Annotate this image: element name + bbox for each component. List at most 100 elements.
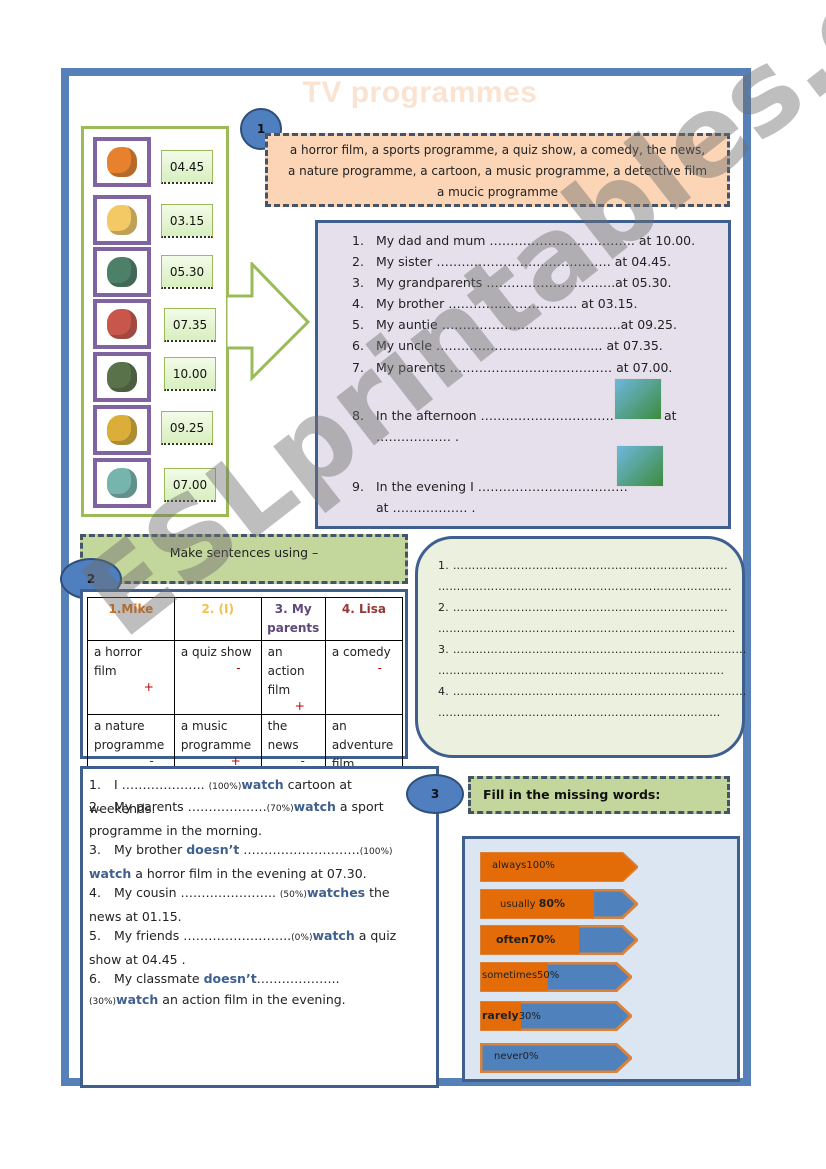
sentence-start: I ……………….. (114, 777, 209, 792)
programme-picture (93, 247, 151, 297)
item-number: 5. (352, 317, 364, 332)
quiz-show-icon (107, 415, 137, 445)
programme-picture (93, 299, 151, 349)
negation-word: doesn’t (203, 971, 257, 986)
answer-line[interactable]: ……………………………………………………………………. (438, 622, 736, 635)
time-label: 05.30 (161, 255, 213, 289)
item-number: 4. (352, 296, 364, 311)
answer-line[interactable]: 1. ………………………………………………………………. (438, 559, 728, 572)
sentence-item: 9. In the evening I ……………………………… (352, 479, 628, 494)
news-reader-icon (107, 468, 137, 498)
frequency-label: always100% (492, 860, 555, 871)
verb: watches (306, 885, 366, 900)
frequency-bar: rarely30% (480, 1001, 632, 1031)
cartoon-character-icon (107, 147, 137, 177)
sentence-item: 2. My sister ……………………..……………. at 04.45. (352, 254, 671, 269)
item-number: 9. (352, 479, 364, 494)
verb: watch (89, 866, 132, 881)
word-bank: a horror film, a sports programme, a qui… (265, 133, 730, 207)
frequency-word: never (494, 1051, 523, 1062)
preference-sign: - (377, 661, 382, 675)
answer-line[interactable]: …………………………………………………………………. (438, 664, 724, 677)
column-header: 3. My parents (260, 597, 326, 641)
fill-sentence: 2. My parents ……………….(70%)watch a sport p… (89, 796, 409, 841)
sentence-item: 6. My uncle …………………………………. at 07.35. (352, 338, 663, 353)
frequency-bar: usually 80% (480, 889, 638, 919)
frequency-label: often70% (496, 933, 555, 946)
answer-line[interactable]: ………………………………………………………………… (438, 706, 721, 719)
frequency-percent-label: 80% (538, 897, 566, 910)
frequency-sentences-box: 1. I ……………….. (100%)watch cartoon at week… (80, 766, 439, 1088)
fill-missing-heading: Fill in the missing words: (468, 776, 730, 814)
answer-line[interactable]: 4. …………………………………………………………………… (438, 685, 747, 698)
frequency-bar: never0% (480, 1043, 632, 1073)
section-number-badge: 3 (406, 774, 464, 814)
programme-name: a comedy (331, 645, 391, 659)
answer-line[interactable]: 2. ………………………………………………………………. (438, 601, 728, 614)
programme-name: a nature programme (94, 719, 165, 752)
preference-sign: + (294, 699, 305, 713)
answer-box: 1. ………………………………………………………………. ………………………………… (415, 536, 747, 758)
frequency-word: sometimes (482, 970, 538, 981)
programme-name: a quiz show (180, 645, 252, 659)
time-label: 10.00 (164, 357, 216, 391)
frequency-bar: always100% (480, 852, 638, 882)
verb: watch (116, 992, 159, 1007)
detective-icon (107, 257, 137, 287)
programme-name: an action film (267, 645, 305, 697)
frequency-word: always (492, 860, 527, 871)
blank[interactable]: ……………….. (257, 971, 340, 986)
chef-cooking-icon (107, 205, 137, 235)
table-cell: an action film + (260, 640, 326, 715)
fill-sentence: 3. My brother doesn’t ……………………….(100%) wa… (89, 839, 409, 884)
answer-line[interactable]: 3. …………………………………………………………………… (438, 643, 747, 656)
column-header: 4. Lisa (324, 597, 404, 641)
programme-picture (93, 458, 151, 508)
answer-line[interactable]: …………………………………………………………………… (438, 580, 732, 593)
blank[interactable]: ………………………. (239, 842, 359, 857)
item-number: 2. (89, 799, 101, 814)
item-text: My sister ……………………..……………. at 04.45. (376, 254, 672, 269)
item-number: 1. (89, 777, 101, 792)
music-performer-icon (107, 309, 137, 339)
preference-sign: - (236, 661, 241, 675)
frequency-word: rarely (482, 1009, 519, 1022)
frequency-label: usually 80% (500, 897, 565, 910)
sentence-item: 1. My dad and mum …………………………….. at 10.00. (352, 233, 695, 248)
fill-sentence: 6. My classmate doesn’t……………….. (30%)watc… (89, 968, 409, 1013)
lion-nature-icon (614, 378, 662, 420)
tennis-player-icon (616, 445, 664, 487)
table-cell: a comedy - (324, 640, 404, 715)
sentence-start: My cousin ………………….. (114, 885, 280, 900)
sentence-start: My parents ………………. (114, 799, 267, 814)
frequency-percent: (0%) (291, 933, 313, 943)
programme-picture (93, 352, 151, 402)
sentence-list-box: 1. My dad and mum …………………………….. at 10.00.… (315, 220, 731, 529)
sentence-item: 8. In the afternoon …………………………… (352, 408, 618, 423)
frequency-percent: (100%) (208, 782, 242, 792)
verb: watch (241, 777, 284, 792)
time-label: 03.15 (161, 204, 213, 238)
programme-name: the news (267, 719, 299, 752)
options-table: 1.Mike 2. (I) 3. My parents 4. Lisa a horro… (87, 597, 404, 789)
frequency-percent-label: 0% (522, 1051, 539, 1062)
options-table-wrap: 1.Mike 2. (I) 3. My parents 4. Lisa a horro… (80, 589, 408, 789)
item-text-tail: at (664, 408, 677, 423)
time-label: 07.35 (164, 308, 216, 342)
item-number: 2. (352, 254, 364, 269)
negation-word: doesn’t (186, 842, 240, 857)
item-number: 6. (352, 338, 364, 353)
table-cell: a quiz show - (173, 640, 262, 715)
frequency-label: never0% (494, 1051, 539, 1062)
sentence-start: My classmate (114, 971, 204, 986)
sentence-item: 3. My grandparents ………………………….at 05.30. (352, 275, 671, 290)
page-title: TV programmes (302, 76, 538, 109)
frequency-word: often (496, 933, 529, 946)
item-text: My auntie …………………………………….at 09.25. (376, 317, 677, 332)
sentence-start: My brother (114, 842, 187, 857)
frequency-percent: (100%) (359, 847, 393, 857)
frequency-percent: (30%) (89, 997, 117, 1007)
item-number: 3. (89, 842, 101, 857)
sentence-item: 4. My brother …………………………. at 03.15. (352, 296, 637, 311)
item-text: My uncle …………………………………. at 07.35. (376, 338, 663, 353)
